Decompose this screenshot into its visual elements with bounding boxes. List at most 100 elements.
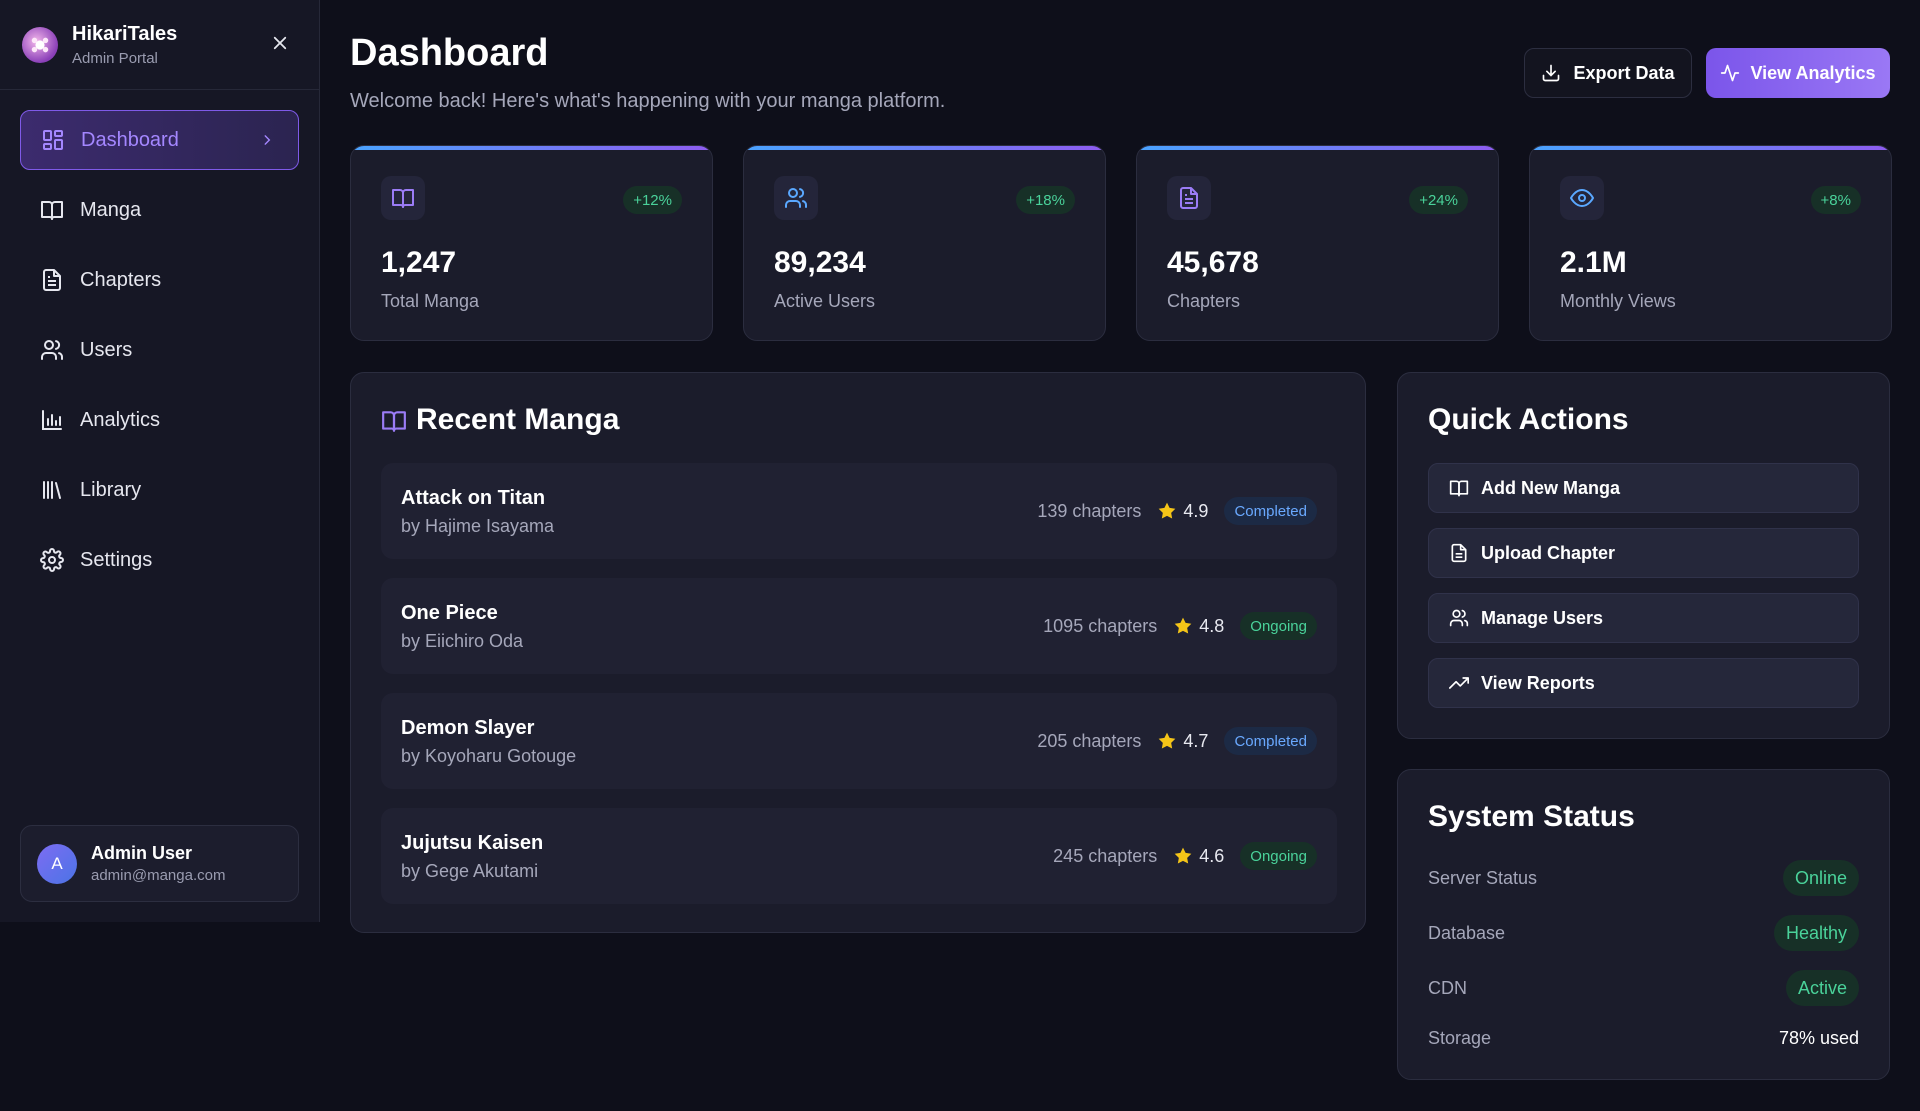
star-icon: [1157, 501, 1177, 521]
stat-label: Active Users: [774, 291, 876, 311]
brand-header: HikariTales Admin Portal: [0, 0, 319, 90]
status-label: Storage: [1428, 1027, 1492, 1048]
stat-value: 45,678: [1167, 246, 1259, 279]
rating-value: 4.9: [1183, 500, 1209, 521]
rating: 4.8: [1173, 616, 1224, 637]
status-row-database: Database Healthy: [1428, 915, 1859, 951]
rating: 4.9: [1157, 501, 1208, 522]
stat-label: Total Manga: [381, 291, 480, 311]
trending-up-icon: [1449, 673, 1469, 693]
book-icon: [381, 408, 407, 434]
document-icon: [40, 268, 64, 292]
users-icon: [1449, 608, 1469, 628]
status-label: CDN: [1428, 977, 1467, 998]
sidebar-item-label: Settings: [80, 548, 153, 571]
sidebar-item-label: Manga: [80, 198, 142, 221]
manga-author: by Gege Akutami: [401, 861, 539, 881]
users-icon: [40, 338, 64, 362]
status-badge: Completed: [1224, 727, 1317, 755]
stat-value: 2.1M: [1560, 246, 1627, 279]
export-data-button[interactable]: Export Data: [1524, 48, 1692, 98]
page-subtitle: Welcome back! Here's what's happening wi…: [350, 90, 946, 112]
sidebar-item-library[interactable]: Library: [20, 460, 299, 520]
manga-meta: 1095 chapters 4.8 Ongoing: [1043, 578, 1317, 674]
sidebar-item-label: Analytics: [80, 408, 161, 431]
chevron-right-icon: [260, 132, 274, 148]
stat-card-chapters: +24% 45,678 Chapters: [1136, 145, 1499, 341]
star-icon: [1157, 731, 1177, 751]
system-status-title: System Status: [1428, 800, 1635, 833]
sidebar-item-users[interactable]: Users: [20, 320, 299, 380]
sidebar-item-chapters[interactable]: Chapters: [20, 250, 299, 310]
upload-chapter-button[interactable]: Upload Chapter: [1428, 528, 1859, 578]
status-row-cdn: CDN Active: [1428, 970, 1859, 1006]
bar-chart-icon: [40, 408, 64, 432]
stat-label: Chapters: [1167, 291, 1241, 311]
manage-users-button[interactable]: Manage Users: [1428, 593, 1859, 643]
brand-name: HikariTales: [72, 22, 178, 45]
export-data-label: Export Data: [1573, 62, 1675, 83]
sidebar-item-manga[interactable]: Manga: [20, 180, 299, 240]
view-analytics-label: View Analytics: [1750, 62, 1876, 83]
quick-actions-title: Quick Actions: [1428, 403, 1629, 436]
status-badge: Completed: [1224, 497, 1317, 525]
manga-author: by Eiichiro Oda: [401, 631, 524, 651]
list-item[interactable]: Jujutsu Kaisen by Gege Akutami 245 chapt…: [381, 808, 1337, 904]
stat-value: 1,247: [381, 246, 457, 279]
list-item[interactable]: One Piece by Eiichiro Oda 1095 chapters …: [381, 578, 1337, 674]
recent-manga-panel: Recent Manga Attack on Titan by Hajime I…: [350, 372, 1366, 933]
manga-meta: 205 chapters 4.7 Completed: [1037, 693, 1317, 789]
star-icon: [1173, 846, 1193, 866]
status-badge: Online: [1782, 860, 1859, 896]
library-icon: [40, 478, 64, 502]
stat-label: Monthly Views: [1560, 291, 1676, 311]
list-item[interactable]: Demon Slayer by Koyoharu Gotouge 205 cha…: [381, 693, 1337, 789]
stat-card-monthly-views: +8% 2.1M Monthly Views: [1529, 145, 1892, 341]
chapter-count: 139 chapters: [1037, 500, 1142, 521]
book-icon: [1449, 478, 1469, 498]
sidebar-item-dashboard[interactable]: Dashboard: [20, 110, 299, 170]
rating-value: 4.8: [1199, 615, 1225, 636]
manga-meta: 139 chapters 4.9 Completed: [1037, 463, 1317, 559]
view-reports-button[interactable]: View Reports: [1428, 658, 1859, 708]
add-new-manga-button[interactable]: Add New Manga: [1428, 463, 1859, 513]
sidebar-item-settings[interactable]: Settings: [20, 530, 299, 590]
sidebar: HikariTales Admin Portal Dashboard Manga: [0, 0, 320, 922]
rating: 4.7: [1157, 731, 1208, 752]
status-label: Database: [1428, 922, 1506, 943]
page-title: Dashboard: [350, 32, 549, 74]
change-badge: +8%: [1810, 186, 1861, 214]
rating: 4.6: [1173, 846, 1224, 867]
manga-author: by Koyoharu Gotouge: [401, 746, 577, 766]
document-icon: [1167, 176, 1211, 220]
card-accent-bar: [351, 146, 712, 150]
users-icon: [774, 176, 818, 220]
sidebar-item-label: Chapters: [80, 268, 162, 291]
manga-title: Jujutsu Kaisen: [401, 832, 544, 854]
stat-value: 89,234: [774, 246, 866, 279]
chapter-count: 1095 chapters: [1043, 615, 1158, 636]
manga-meta: 245 chapters 4.6 Ongoing: [1053, 808, 1317, 904]
book-icon: [381, 176, 425, 220]
manga-title: Attack on Titan: [401, 487, 546, 509]
sidebar-item-analytics[interactable]: Analytics: [20, 390, 299, 450]
status-row-server: Server Status Online: [1428, 860, 1859, 896]
document-icon: [1449, 543, 1469, 563]
storage-value: 78% used: [1778, 1027, 1859, 1048]
eye-icon: [1560, 176, 1604, 220]
avatar: A: [37, 843, 77, 884]
status-badge: Healthy: [1773, 915, 1859, 951]
chapter-count: 245 chapters: [1053, 845, 1158, 866]
manga-title: One Piece: [401, 602, 498, 624]
sidebar-item-label: Library: [80, 478, 142, 501]
user-profile-card[interactable]: A Admin User admin@manga.com: [20, 825, 299, 902]
gear-icon: [40, 548, 64, 572]
change-badge: +18%: [1016, 186, 1075, 214]
activity-icon: [1720, 63, 1740, 83]
manga-author: by Hajime Isayama: [401, 516, 555, 536]
list-item[interactable]: Attack on Titan by Hajime Isayama 139 ch…: [381, 463, 1337, 559]
view-analytics-button[interactable]: View Analytics: [1706, 48, 1890, 98]
brand-subtitle: Admin Portal: [72, 49, 158, 67]
close-icon[interactable]: [271, 34, 289, 52]
chapter-count: 205 chapters: [1037, 730, 1142, 751]
